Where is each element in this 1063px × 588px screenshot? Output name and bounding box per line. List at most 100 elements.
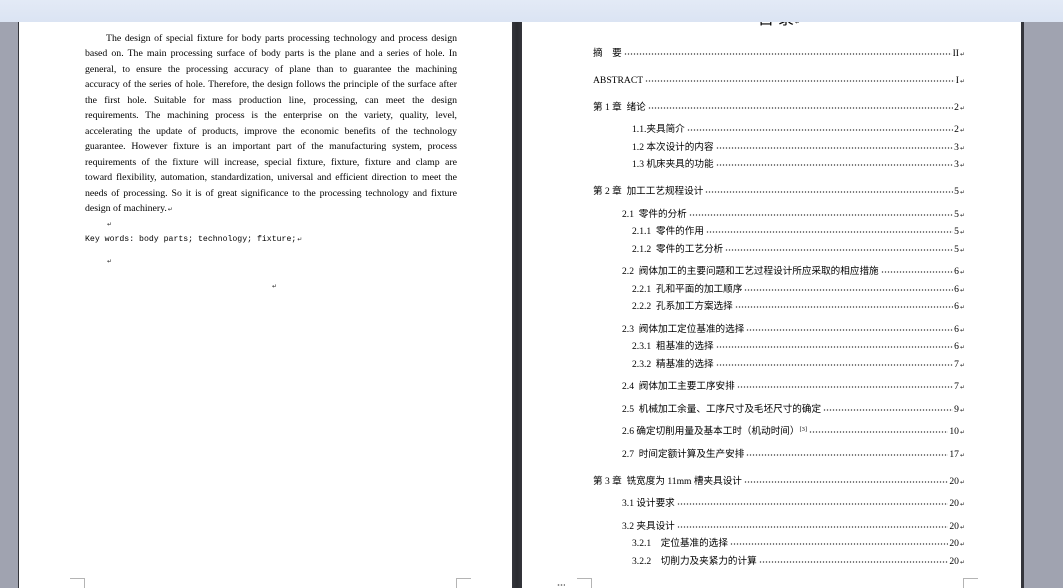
toc-entry[interactable]: 2.3.1 粗基准的选择 6 ↵ [593, 338, 965, 356]
page-right[interactable]: 目 录↵ 摘 要II↵ABSTRACTI↵第 1 章 绪论2↵1.1.夹具简介2… [522, 0, 1021, 588]
ribbon-bottom-bar [0, 0, 1063, 22]
dot-leader [705, 190, 954, 195]
page-left[interactable]: The design of special fixture for body p… [18, 0, 512, 588]
toc-entry[interactable]: 2.4 阀体加工主要工序安排 7 ↵ [593, 378, 965, 396]
toc-entry-label-group: 1.3 机床夹具的功能 [632, 156, 714, 174]
toc-entry[interactable]: 2.1.1 零件的作用 5 ↵ [593, 223, 965, 241]
toc-page-number: 7 [954, 358, 959, 370]
dot-leader [705, 230, 954, 235]
keywords-text: Key words: body parts; technology; fixtu… [85, 235, 297, 244]
toc-entry-label-group: 2.1.2 零件的工艺分析 [632, 241, 723, 259]
abstract-line: general, to ensure the processing accura… [85, 62, 457, 78]
toc-entry[interactable]: 摘 要 II ↵ [593, 45, 965, 63]
dot-leader [715, 145, 954, 150]
toc-page-number: 10 [949, 426, 959, 438]
paragraph-mark: ↵ [959, 229, 965, 237]
dot-leader [734, 305, 954, 310]
toc-entry-label: ABSTRACT [593, 75, 644, 87]
dot-leader [688, 212, 954, 217]
toc-entry[interactable]: 2.1.2 零件的工艺分析 5 ↵ [593, 241, 965, 259]
toc-page-number: 20 [949, 475, 959, 487]
toc-entry[interactable]: 2.5 机械加工余量、工序尺寸及毛坯尺寸的确定 9 ↵ [593, 401, 965, 419]
dot-leader [715, 362, 954, 367]
toc-entry[interactable]: 1.3 机床夹具的功能 3 ↵ [593, 156, 965, 174]
dot-leader [715, 163, 954, 168]
toc-entry-label: 2.6 确定切削用量及基本工时（机动时间） [622, 426, 800, 438]
toc-entry[interactable]: 2.2.1 孔和平面的加工顺序 6 ↵ [593, 281, 965, 299]
toc-page-number: 20 [949, 498, 959, 510]
toc-entry-label-group: 2.1.1 零件的作用 [632, 223, 704, 241]
toc-entry[interactable]: 2.6 确定切削用量及基本工时（机动时间）[3] 10 ↵ [593, 423, 965, 441]
toc-entry[interactable]: 1.1.夹具简介 2 ↵ [593, 121, 965, 139]
toc-entry-label-group: 2.3.2 精基准的选择 [632, 356, 714, 374]
abstract-line-text: based on. The main processing surface of… [85, 48, 457, 59]
toc-entry-label: 1.2 本次设计的内容 [632, 141, 714, 153]
paragraph-mark: ↵ [959, 541, 965, 549]
toc-entry[interactable]: ABSTRACT I ↵ [593, 72, 965, 90]
toc-page-number: 2 [954, 102, 959, 114]
paragraph-mark: ↵ [107, 258, 113, 265]
abstract-line-text: guarantee. However fixture is an importa… [85, 141, 457, 152]
citation-superscript: [3] [799, 426, 808, 434]
paragraph-mark: ↵ [107, 221, 113, 228]
toc-page-number: 20 [949, 538, 959, 550]
text-boundary-mark [70, 578, 85, 588]
toc-entry-label: 2.5 机械加工余量、工序尺寸及毛坯尺寸的确定 [622, 403, 822, 415]
page-gap [512, 0, 522, 588]
abstract-line: The design of special fixture for body p… [85, 31, 457, 47]
toc-page-number: 3 [954, 141, 959, 153]
toc-page-number: 5 [954, 208, 959, 220]
dot-leader [744, 287, 954, 292]
toc-entry[interactable]: 2.3 阀体加工定位基准的选择 6 ↵ [593, 321, 965, 339]
toc-entry-label-group: 第 2 章 加工工艺规程设计 [593, 183, 703, 201]
toc-entry-label: 3.2.1 定位基准的选择 [632, 538, 728, 550]
dot-leader [686, 128, 954, 133]
dot-leader [729, 542, 949, 547]
document-workspace[interactable]: The design of special fixture for body p… [0, 0, 1063, 588]
toc-page-number: II [952, 48, 959, 60]
toc-entry-label: 2.1 零件的分析 [622, 208, 687, 220]
paragraph-mark: ↵ [959, 51, 965, 59]
toc-entry[interactable]: 3.1 设计要求 20 ↵ [593, 495, 965, 513]
toc-page-number: 5 [954, 226, 959, 238]
paragraph-mark: ↵ [959, 501, 965, 509]
toc-entry[interactable]: 第 1 章 绪论 2 ↵ [593, 99, 965, 117]
paragraph-mark: ↵ [167, 206, 173, 213]
paragraph-mark: ↵ [959, 211, 965, 219]
toc-entry[interactable]: 2.1 零件的分析 5 ↵ [593, 206, 965, 224]
toc-entry[interactable]: 3.2.2 切削力及夹紧力的计算 20 ↵ [593, 553, 965, 571]
toc-entry[interactable]: 2.3.2 精基准的选择 7 ↵ [593, 356, 965, 374]
toc-entry-label-group: 2.4 阀体加工主要工序安排 [622, 378, 735, 396]
abstract-line-text: requirements of the fixture will increas… [85, 156, 457, 168]
toc-entry-label: 2.7 时间定额计算及生产安排 [622, 448, 745, 460]
toc-entry[interactable]: 2.7 时间定额计算及生产安排 17 ↵ [593, 446, 965, 464]
toc-entry-label: 1.3 机床夹具的功能 [632, 159, 714, 171]
toc-entry-label: 2.3 阀体加工定位基准的选择 [622, 323, 745, 335]
paragraph-mark: ↵ [959, 246, 965, 254]
page-gap-dots [557, 584, 565, 586]
abstract-line: the first hole. Suitable for mass produc… [85, 93, 457, 109]
toc-entry-label-group: 第 3 章 铣宽度为 11mm 槽夹具设计 [593, 473, 742, 491]
abstract-line-text: toward flexibility, automation, standard… [85, 172, 457, 183]
paragraph-mark: ↵ [297, 236, 303, 243]
toc-entry[interactable]: 3.2.1 定位基准的选择 20 ↵ [593, 535, 965, 553]
paragraph-mark: ↵ [959, 189, 965, 197]
toc-entry-label-group: 2.1 零件的分析 [622, 206, 687, 224]
toc-entry[interactable]: 第 2 章 加工工艺规程设计 5 ↵ [593, 183, 965, 201]
toc-entry-label-group: ABSTRACT [593, 72, 643, 90]
toc-entry-label: 第 2 章 加工工艺规程设计 [593, 186, 704, 198]
toc-page-number: 20 [949, 520, 959, 532]
dot-leader [647, 106, 954, 111]
dot-leader [809, 430, 949, 435]
paragraph-mark: ↵ [959, 478, 965, 486]
toc-entry[interactable]: 第 3 章 铣宽度为 11mm 槽夹具设计 20 ↵ [593, 473, 965, 491]
toc-entry[interactable]: 3.2 夹具设计 20 ↵ [593, 518, 965, 536]
toc-entry[interactable]: 1.2 本次设计的内容 3 ↵ [593, 139, 965, 157]
toc-entry-label: 2.2.1 孔和平面的加工顺序 [632, 283, 743, 295]
toc-entry[interactable]: 2.2 阀体加工的主要问题和工艺过程设计所应采取的相应措施 6 ↵ [593, 263, 965, 281]
toc-entry-label: 第 1 章 绪论 [593, 102, 646, 114]
toc-entry-label-group: 2.3 阀体加工定位基准的选择 [622, 321, 744, 339]
dot-leader [736, 385, 954, 390]
toc-entry[interactable]: 2.2.2 孔系加工方案选择 6 ↵ [593, 298, 965, 316]
toc-page-number: 20 [949, 555, 959, 567]
